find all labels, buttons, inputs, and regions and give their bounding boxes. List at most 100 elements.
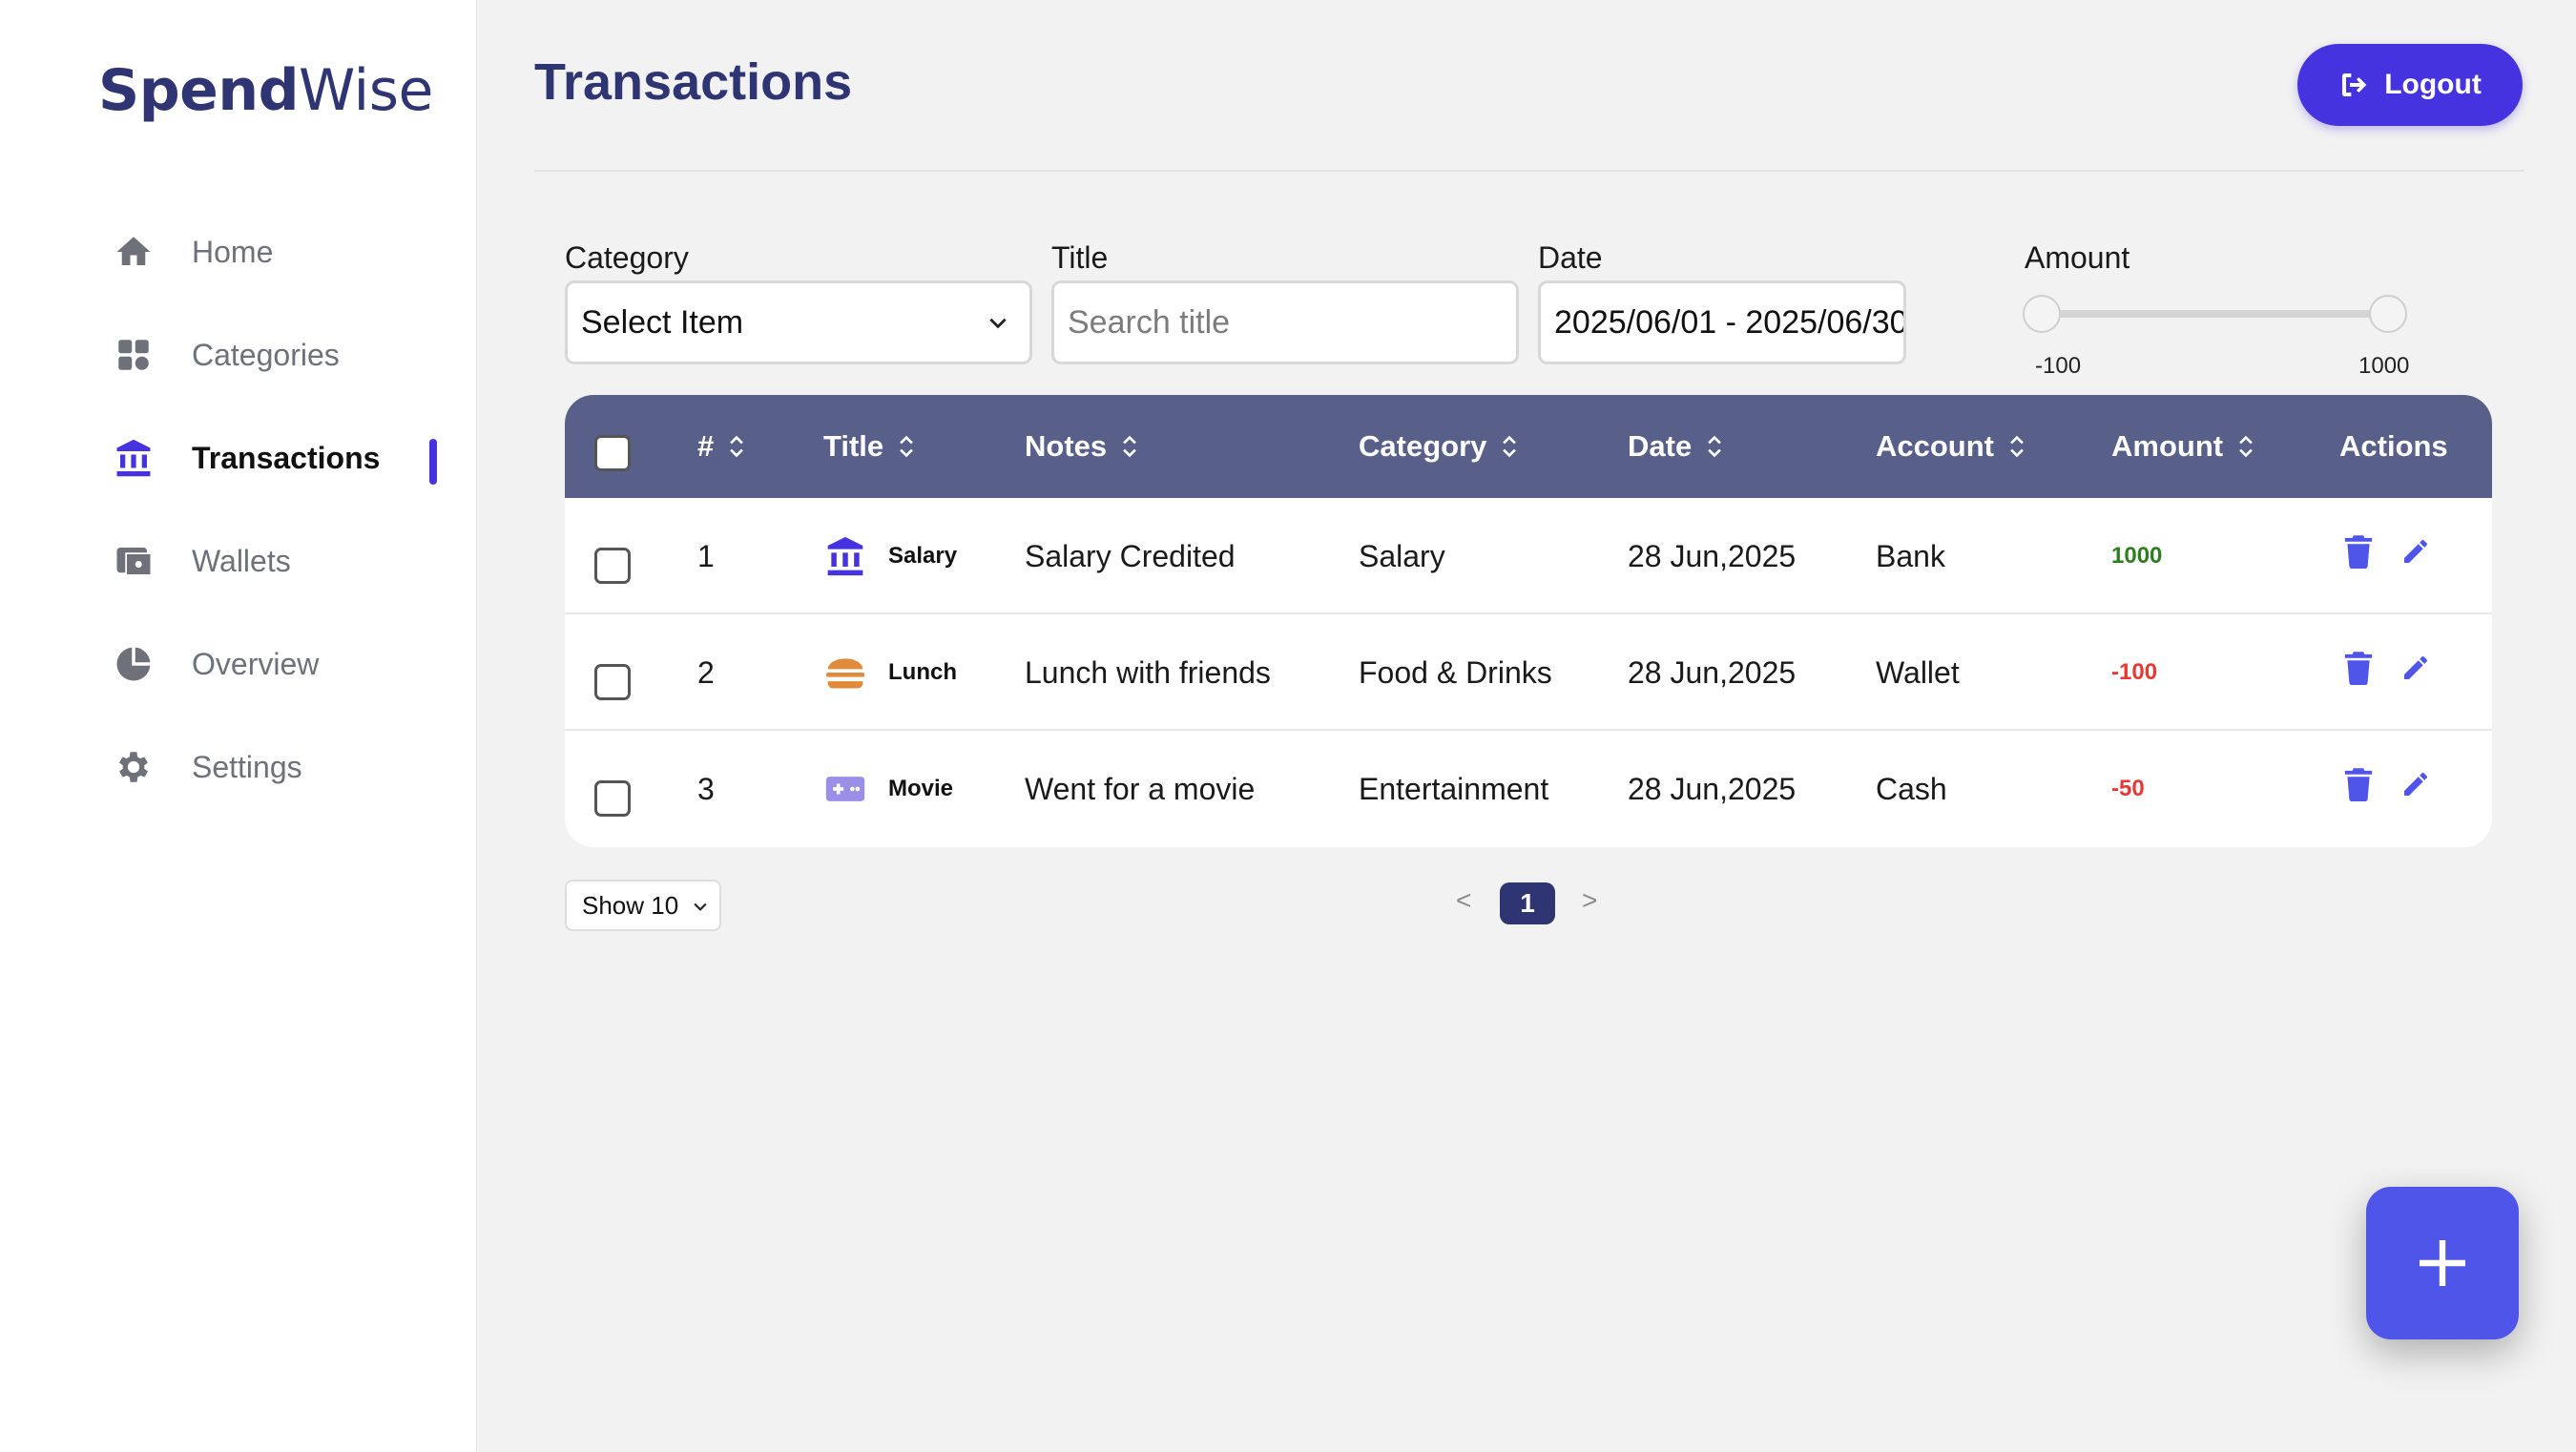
- chevron-down-icon: [989, 318, 1007, 329]
- table-header: # Title Notes Category Date Account Amou…: [565, 395, 2492, 498]
- column-label: Notes: [1025, 429, 1108, 463]
- row-title: Movie: [823, 731, 953, 847]
- amount-slider-min-handle[interactable]: [2023, 295, 2061, 333]
- edit-button[interactable]: [2400, 651, 2431, 685]
- gamepad-icon: [823, 767, 867, 811]
- sidebar-item-label: Overview: [192, 646, 320, 681]
- current-page-button[interactable]: 1: [1500, 882, 1555, 924]
- date-range-input[interactable]: [1538, 280, 1906, 364]
- pencil-icon: [2404, 539, 2427, 563]
- brand-part-2: Wise: [299, 57, 433, 124]
- gear-icon: [112, 745, 156, 789]
- delete-button[interactable]: [2343, 534, 2374, 569]
- row-amount: -50: [2111, 776, 2145, 801]
- select-all-checkbox[interactable]: [594, 435, 631, 471]
- delete-button[interactable]: [2343, 767, 2374, 801]
- edit-button[interactable]: [2400, 534, 2431, 569]
- amount-min-value: -100: [2035, 353, 2082, 379]
- column-header-date[interactable]: Date: [1628, 395, 1724, 498]
- sidebar-item-home[interactable]: Home: [0, 200, 477, 303]
- column-header-number[interactable]: #: [697, 395, 746, 498]
- sort-icon: [1708, 435, 1722, 458]
- header-divider: [534, 170, 2524, 172]
- delete-button[interactable]: [2343, 651, 2374, 685]
- amount-slider-max-handle[interactable]: [2369, 295, 2407, 333]
- sidebar-item-overview[interactable]: Overview: [0, 612, 477, 716]
- sidebar-item-settings[interactable]: Settings: [0, 716, 477, 819]
- title-filter-label: Title: [1051, 240, 1109, 275]
- pencil-icon: [2404, 655, 2427, 679]
- page-title: Transactions: [534, 53, 853, 111]
- pie-chart-icon: [112, 642, 156, 686]
- page-size-select[interactable]: Show 10: [565, 880, 721, 931]
- row-title-text: Lunch: [888, 659, 957, 685]
- sidebar-item-label: Categories: [192, 337, 340, 372]
- sort-icon: [1123, 435, 1136, 458]
- column-label: #: [697, 429, 715, 463]
- add-transaction-button[interactable]: [2366, 1187, 2519, 1339]
- sort-icon: [730, 435, 744, 458]
- column-header-account[interactable]: Account: [1876, 395, 2026, 498]
- sidebar-item-label: Home: [192, 234, 274, 269]
- category-select[interactable]: Select Item: [565, 280, 1032, 364]
- table-row[interactable]: 3 Movie Went for a movie Entertainment 2…: [565, 731, 2492, 847]
- row-date: 28 Jun,2025: [1628, 771, 1797, 806]
- row-date: 28 Jun,2025: [1628, 654, 1797, 690]
- app-root: SpendWise Home Categories Transactions W…: [0, 0, 2576, 1452]
- amount-max-value: 1000: [2358, 353, 2410, 379]
- pencil-icon: [2404, 772, 2427, 796]
- sidebar-item-wallets[interactable]: Wallets: [0, 509, 477, 612]
- chevron-down-icon: [694, 902, 707, 911]
- sidebar-item-label: Settings: [192, 749, 302, 784]
- date-filter-label: Date: [1538, 240, 1603, 275]
- burger-icon: [823, 651, 867, 695]
- row-notes: Went for a movie: [1025, 771, 1256, 806]
- row-checkbox[interactable]: [594, 664, 631, 700]
- prev-page-button[interactable]: <: [1456, 885, 1471, 916]
- column-label: Date: [1628, 429, 1693, 463]
- sidebar-item-transactions[interactable]: Transactions: [0, 406, 477, 509]
- amount-filter-label: Amount: [2025, 240, 2130, 275]
- row-category: Salary: [1359, 538, 1445, 573]
- column-label: Account: [1876, 429, 1994, 463]
- table-row[interactable]: 2 Lunch Lunch with friends Food & Drinks…: [565, 614, 2492, 731]
- sidebar-nav: Home Categories Transactions Wallets Ove…: [0, 200, 477, 819]
- table-row[interactable]: 1 Salary Salary Credited Salary 28 Jun,2…: [565, 498, 2492, 614]
- row-account: Bank: [1876, 538, 1945, 573]
- column-header-title[interactable]: Title: [823, 395, 916, 498]
- row-notes: Salary Credited: [1025, 538, 1236, 573]
- sidebar-item-categories[interactable]: Categories: [0, 303, 477, 406]
- logout-label: Logout: [2384, 69, 2482, 100]
- next-page-button[interactable]: >: [1582, 885, 1597, 916]
- row-number: 3: [697, 771, 715, 806]
- edit-button[interactable]: [2400, 767, 2431, 801]
- wallet-icon: [112, 539, 156, 583]
- brand-part-1: Spend: [98, 57, 300, 124]
- column-label: Amount: [2111, 429, 2224, 463]
- category-filter-label: Category: [565, 240, 689, 275]
- row-date: 28 Jun,2025: [1628, 538, 1797, 573]
- amount-slider-track[interactable]: [2042, 310, 2390, 318]
- column-label: Category: [1359, 429, 1487, 463]
- title-search-input[interactable]: [1051, 280, 1519, 364]
- row-account: Wallet: [1876, 654, 1960, 690]
- category-select-value: Select Item: [581, 303, 744, 341]
- brand-logo[interactable]: SpendWise: [98, 57, 433, 124]
- page-size-value: Show 10: [582, 890, 679, 920]
- row-account: Cash: [1876, 771, 1947, 806]
- logout-button[interactable]: Logout: [2297, 44, 2523, 126]
- row-amount: 1000: [2111, 543, 2163, 569]
- row-checkbox[interactable]: [594, 780, 631, 817]
- column-header-amount[interactable]: Amount: [2111, 395, 2255, 498]
- column-header-category[interactable]: Category: [1359, 395, 1519, 498]
- column-header-notes[interactable]: Notes: [1025, 395, 1139, 498]
- row-title: Lunch: [823, 614, 957, 731]
- column-label: Title: [823, 429, 884, 463]
- plus-icon: [2420, 1240, 2465, 1286]
- column-header-actions: Actions: [2339, 395, 2448, 498]
- row-category: Entertainment: [1359, 771, 1549, 806]
- home-icon: [112, 230, 156, 274]
- row-checkbox[interactable]: [594, 548, 631, 584]
- sort-icon: [2010, 435, 2024, 458]
- row-category: Food & Drinks: [1359, 654, 1552, 690]
